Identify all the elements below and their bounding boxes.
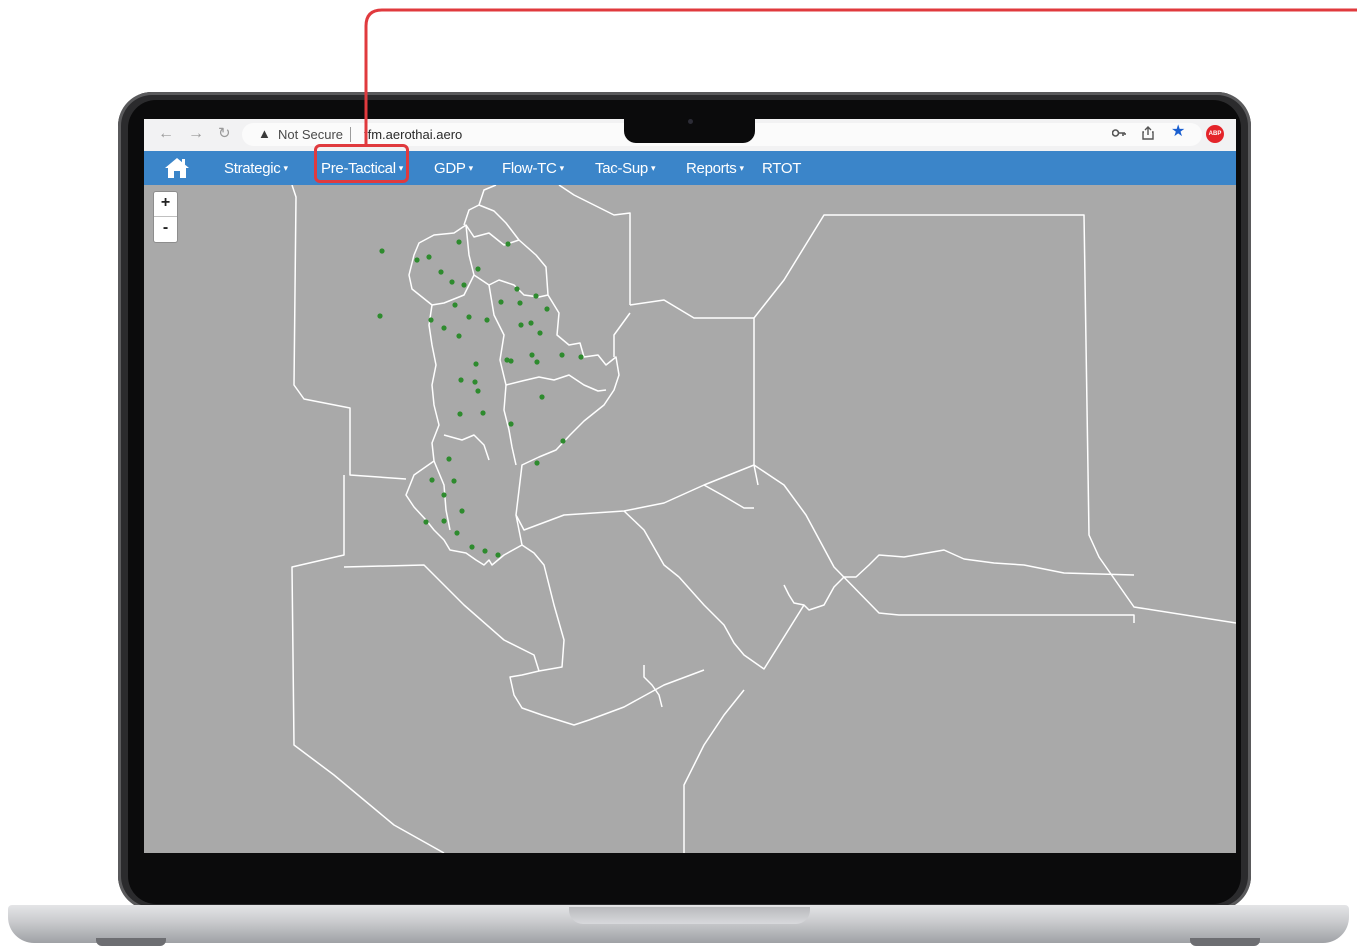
boundary-southwest: [291, 475, 445, 853]
menu-flow-tc[interactable]: Flow-TC ▾: [502, 160, 564, 177]
menu-strategic[interactable]: Strategic ▾: [224, 160, 288, 177]
airspace-map[interactable]: + -: [144, 184, 1236, 853]
star-icon[interactable]: ★: [1171, 124, 1185, 140]
share-icon[interactable]: [1142, 126, 1154, 144]
boundary-north: [558, 184, 631, 305]
app-nav-bar: Strategic ▾ Pre-Tactical ▾ GDP ▾ Flow-TC ▾ T…: [144, 151, 1236, 185]
menu-gdp[interactable]: GDP ▾: [434, 160, 473, 177]
security-label: Not Secure: [278, 127, 344, 142]
key-icon[interactable]: [1111, 126, 1126, 142]
menu-reports[interactable]: Reports ▾: [686, 160, 744, 177]
camera-icon: [688, 119, 693, 124]
menu-tac-sup[interactable]: Tac-Sup ▾: [595, 160, 655, 177]
url-text[interactable]: tfm.aerothai.aero: [364, 127, 462, 142]
boundary-west: [291, 184, 407, 480]
warning-icon: ▲: [258, 126, 271, 141]
pre-tactical-highlight: [314, 144, 409, 183]
browser-screen: ← → ↻ ▲ Not Secure tfm.aerothai.aero ★ A…: [144, 119, 1236, 853]
laptop-foot-left: [96, 938, 166, 946]
flight-points: [377, 239, 584, 558]
map-boundaries: [291, 184, 1236, 853]
home-icon[interactable]: [164, 157, 190, 184]
zoom-control: + -: [153, 191, 178, 243]
adblock-icon[interactable]: ABP: [1206, 125, 1224, 143]
back-arrow-icon[interactable]: ←: [158, 124, 174, 144]
zoom-in-button[interactable]: +: [154, 192, 177, 217]
forward-arrow-icon[interactable]: →: [188, 124, 204, 144]
laptop-base-notch: [569, 907, 810, 924]
zoom-out-button[interactable]: -: [154, 217, 177, 241]
reload-icon[interactable]: ↻: [218, 124, 231, 144]
address-separator: [350, 127, 351, 142]
laptop-foot-right: [1190, 938, 1260, 946]
menu-rtot[interactable]: RTOT: [762, 160, 801, 177]
